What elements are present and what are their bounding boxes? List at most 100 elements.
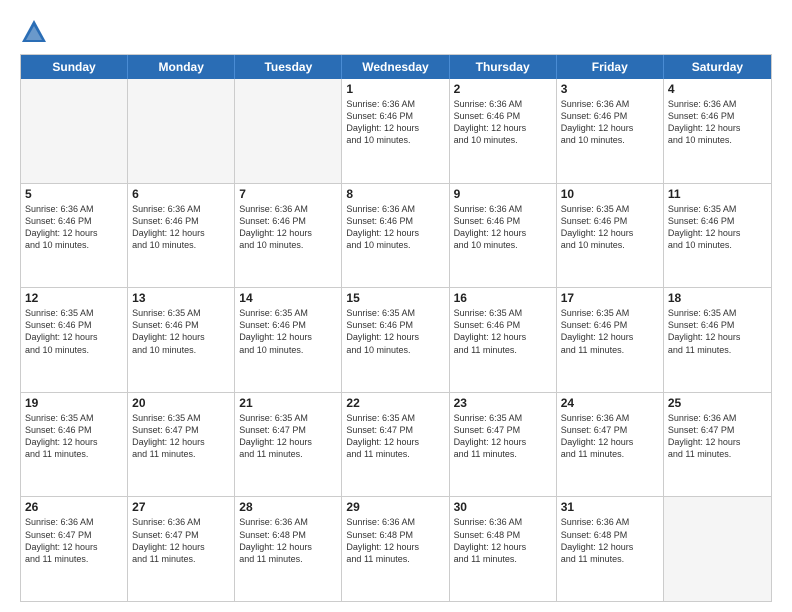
day-number: 15	[346, 291, 444, 305]
calendar-row-2: 12 Sunrise: 6:35 AM Sunset: 6:46 PM Dayli…	[21, 287, 771, 392]
day-info: Sunrise: 6:36 AM Sunset: 6:46 PM Dayligh…	[454, 98, 552, 147]
day-info: Sunrise: 6:35 AM Sunset: 6:46 PM Dayligh…	[668, 307, 767, 356]
day-number: 8	[346, 187, 444, 201]
day-info: Sunrise: 6:35 AM Sunset: 6:46 PM Dayligh…	[25, 412, 123, 461]
calendar-cell: 23 Sunrise: 6:35 AM Sunset: 6:47 PM Dayli…	[450, 393, 557, 497]
calendar-cell: 29 Sunrise: 6:36 AM Sunset: 6:48 PM Dayli…	[342, 497, 449, 601]
day-info: Sunrise: 6:36 AM Sunset: 6:46 PM Dayligh…	[346, 98, 444, 147]
day-number: 31	[561, 500, 659, 514]
calendar-cell: 8 Sunrise: 6:36 AM Sunset: 6:46 PM Daylig…	[342, 184, 449, 288]
day-info: Sunrise: 6:35 AM Sunset: 6:46 PM Dayligh…	[239, 307, 337, 356]
calendar-cell	[128, 79, 235, 183]
day-number: 1	[346, 82, 444, 96]
day-number: 13	[132, 291, 230, 305]
day-number: 11	[668, 187, 767, 201]
day-number: 29	[346, 500, 444, 514]
header-day-monday: Monday	[128, 55, 235, 79]
calendar-cell: 27 Sunrise: 6:36 AM Sunset: 6:47 PM Dayli…	[128, 497, 235, 601]
day-info: Sunrise: 6:35 AM Sunset: 6:46 PM Dayligh…	[561, 203, 659, 252]
page: SundayMondayTuesdayWednesdayThursdayFrid…	[0, 0, 792, 612]
day-number: 26	[25, 500, 123, 514]
day-info: Sunrise: 6:36 AM Sunset: 6:48 PM Dayligh…	[561, 516, 659, 565]
day-info: Sunrise: 6:35 AM Sunset: 6:47 PM Dayligh…	[239, 412, 337, 461]
calendar-cell: 3 Sunrise: 6:36 AM Sunset: 6:46 PM Daylig…	[557, 79, 664, 183]
calendar-cell: 4 Sunrise: 6:36 AM Sunset: 6:46 PM Daylig…	[664, 79, 771, 183]
day-info: Sunrise: 6:36 AM Sunset: 6:46 PM Dayligh…	[454, 203, 552, 252]
calendar-cell: 30 Sunrise: 6:36 AM Sunset: 6:48 PM Dayli…	[450, 497, 557, 601]
calendar-cell: 16Sunrise: 6:35 AM Sunset: 6:46 PM Dayli…	[450, 288, 557, 392]
calendar-cell: 19 Sunrise: 6:35 AM Sunset: 6:46 PM Dayli…	[21, 393, 128, 497]
day-info: Sunrise: 6:36 AM Sunset: 6:46 PM Dayligh…	[561, 98, 659, 147]
calendar-cell: 14Sunrise: 6:35 AM Sunset: 6:46 PM Dayli…	[235, 288, 342, 392]
calendar-cell: 2Sunrise: 6:36 AM Sunset: 6:46 PM Daylig…	[450, 79, 557, 183]
calendar-cell: 15 Sunrise: 6:35 AM Sunset: 6:46 PM Dayli…	[342, 288, 449, 392]
day-number: 19	[25, 396, 123, 410]
day-number: 21	[239, 396, 337, 410]
day-info: Sunrise: 6:36 AM Sunset: 6:47 PM Dayligh…	[132, 516, 230, 565]
day-number: 5	[25, 187, 123, 201]
day-info: Sunrise: 6:35 AM Sunset: 6:46 PM Dayligh…	[561, 307, 659, 356]
calendar-cell: 21 Sunrise: 6:35 AM Sunset: 6:47 PM Dayli…	[235, 393, 342, 497]
calendar-cell: 18 Sunrise: 6:35 AM Sunset: 6:46 PM Dayli…	[664, 288, 771, 392]
day-info: Sunrise: 6:36 AM Sunset: 6:46 PM Dayligh…	[239, 203, 337, 252]
day-number: 27	[132, 500, 230, 514]
logo	[20, 18, 52, 46]
day-number: 10	[561, 187, 659, 201]
calendar-cell: 25 Sunrise: 6:36 AM Sunset: 6:47 PM Dayli…	[664, 393, 771, 497]
calendar-cell: 13Sunrise: 6:35 AM Sunset: 6:46 PM Dayli…	[128, 288, 235, 392]
day-number: 30	[454, 500, 552, 514]
calendar-cell: 1 Sunrise: 6:36 AM Sunset: 6:46 PM Daylig…	[342, 79, 449, 183]
calendar-cell: 12 Sunrise: 6:35 AM Sunset: 6:46 PM Dayli…	[21, 288, 128, 392]
day-number: 3	[561, 82, 659, 96]
calendar-cell: 28 Sunrise: 6:36 AM Sunset: 6:48 PM Dayli…	[235, 497, 342, 601]
day-number: 7	[239, 187, 337, 201]
calendar-cell: 6Sunrise: 6:36 AM Sunset: 6:46 PM Daylig…	[128, 184, 235, 288]
calendar-row-4: 26 Sunrise: 6:36 AM Sunset: 6:47 PM Dayli…	[21, 496, 771, 601]
calendar-cell	[21, 79, 128, 183]
calendar-row-3: 19 Sunrise: 6:35 AM Sunset: 6:46 PM Dayli…	[21, 392, 771, 497]
calendar-cell	[664, 497, 771, 601]
day-info: Sunrise: 6:36 AM Sunset: 6:46 PM Dayligh…	[346, 203, 444, 252]
logo-icon	[20, 18, 48, 46]
day-number: 9	[454, 187, 552, 201]
day-info: Sunrise: 6:36 AM Sunset: 6:46 PM Dayligh…	[668, 98, 767, 147]
header-day-saturday: Saturday	[664, 55, 771, 79]
day-number: 23	[454, 396, 552, 410]
calendar-cell: 11 Sunrise: 6:35 AM Sunset: 6:46 PM Dayli…	[664, 184, 771, 288]
day-number: 12	[25, 291, 123, 305]
day-number: 24	[561, 396, 659, 410]
calendar-cell: 10 Sunrise: 6:35 AM Sunset: 6:46 PM Dayli…	[557, 184, 664, 288]
day-info: Sunrise: 6:36 AM Sunset: 6:46 PM Dayligh…	[132, 203, 230, 252]
header-day-sunday: Sunday	[21, 55, 128, 79]
day-number: 28	[239, 500, 337, 514]
calendar-cell: 22Sunrise: 6:35 AM Sunset: 6:47 PM Dayli…	[342, 393, 449, 497]
calendar-cell: 9 Sunrise: 6:36 AM Sunset: 6:46 PM Daylig…	[450, 184, 557, 288]
day-info: Sunrise: 6:36 AM Sunset: 6:48 PM Dayligh…	[454, 516, 552, 565]
day-number: 22	[346, 396, 444, 410]
day-number: 25	[668, 396, 767, 410]
header	[20, 18, 772, 46]
day-number: 18	[668, 291, 767, 305]
day-info: Sunrise: 6:36 AM Sunset: 6:46 PM Dayligh…	[25, 203, 123, 252]
calendar: SundayMondayTuesdayWednesdayThursdayFrid…	[20, 54, 772, 602]
header-day-wednesday: Wednesday	[342, 55, 449, 79]
day-info: Sunrise: 6:35 AM Sunset: 6:47 PM Dayligh…	[454, 412, 552, 461]
calendar-row-0: 1 Sunrise: 6:36 AM Sunset: 6:46 PM Daylig…	[21, 79, 771, 183]
calendar-row-1: 5 Sunrise: 6:36 AM Sunset: 6:46 PM Daylig…	[21, 183, 771, 288]
day-info: Sunrise: 6:36 AM Sunset: 6:47 PM Dayligh…	[668, 412, 767, 461]
day-info: Sunrise: 6:36 AM Sunset: 6:47 PM Dayligh…	[25, 516, 123, 565]
day-info: Sunrise: 6:35 AM Sunset: 6:46 PM Dayligh…	[668, 203, 767, 252]
calendar-cell: 26 Sunrise: 6:36 AM Sunset: 6:47 PM Dayli…	[21, 497, 128, 601]
day-info: Sunrise: 6:35 AM Sunset: 6:47 PM Dayligh…	[132, 412, 230, 461]
day-number: 4	[668, 82, 767, 96]
calendar-cell: 7 Sunrise: 6:36 AM Sunset: 6:46 PM Daylig…	[235, 184, 342, 288]
day-info: Sunrise: 6:36 AM Sunset: 6:48 PM Dayligh…	[239, 516, 337, 565]
day-info: Sunrise: 6:35 AM Sunset: 6:46 PM Dayligh…	[346, 307, 444, 356]
calendar-body: 1 Sunrise: 6:36 AM Sunset: 6:46 PM Daylig…	[21, 79, 771, 601]
calendar-cell: 17Sunrise: 6:35 AM Sunset: 6:46 PM Dayli…	[557, 288, 664, 392]
calendar-cell: 5 Sunrise: 6:36 AM Sunset: 6:46 PM Daylig…	[21, 184, 128, 288]
header-day-tuesday: Tuesday	[235, 55, 342, 79]
day-info: Sunrise: 6:35 AM Sunset: 6:46 PM Dayligh…	[25, 307, 123, 356]
day-info: Sunrise: 6:36 AM Sunset: 6:48 PM Dayligh…	[346, 516, 444, 565]
calendar-cell: 31 Sunrise: 6:36 AM Sunset: 6:48 PM Dayli…	[557, 497, 664, 601]
